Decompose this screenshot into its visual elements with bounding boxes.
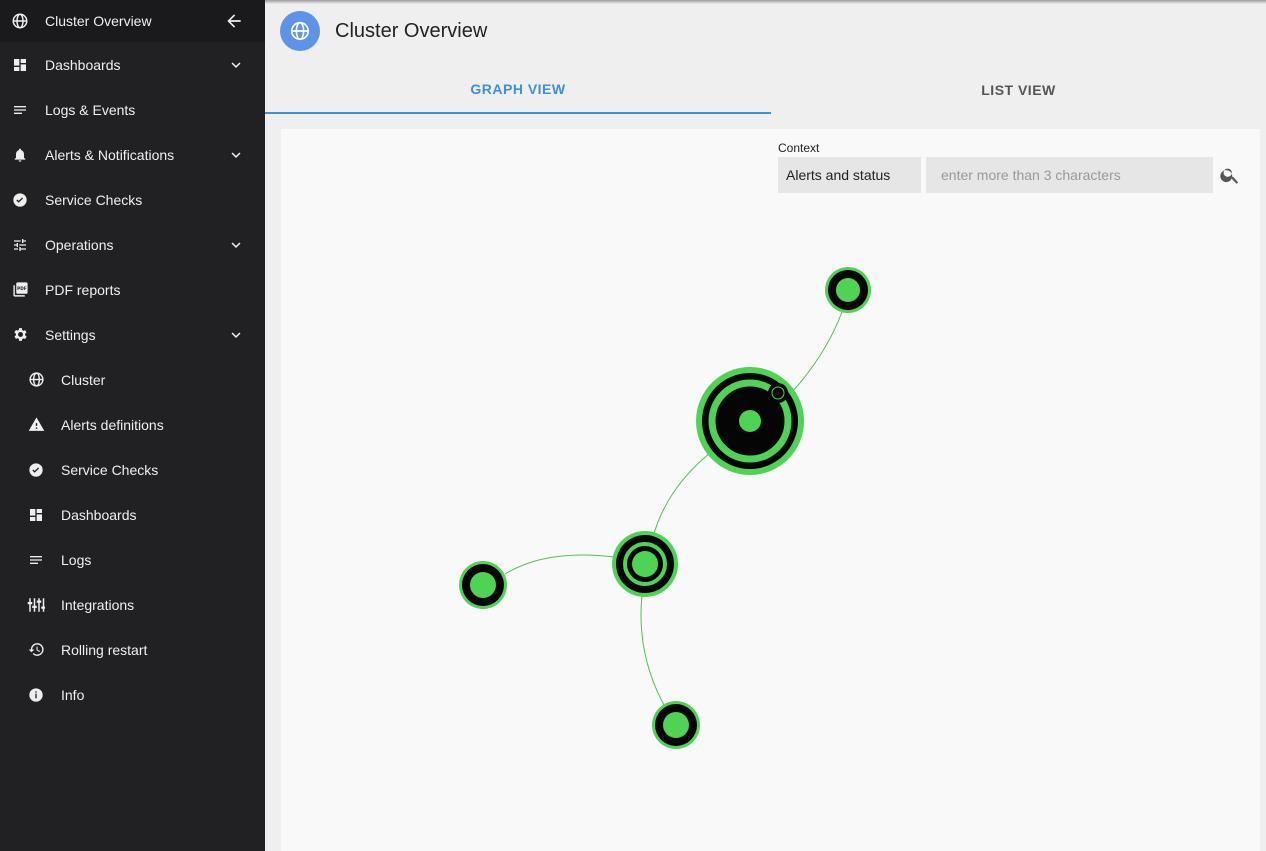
sidebar-subitem-label: Rolling restart: [61, 641, 148, 658]
search-icon[interactable]: [1218, 163, 1242, 187]
lines-icon: [27, 551, 45, 569]
dashboard-icon: [11, 56, 29, 74]
sidebar-subitem-label: Cluster: [61, 371, 106, 388]
sidebar-item-operations[interactable]: Operations: [0, 222, 265, 267]
sidebar-subitem-alerts-definitions[interactable]: Alerts definitions: [0, 402, 265, 447]
globe-icon: [11, 12, 29, 30]
tab-list-view[interactable]: LIST VIEW: [771, 66, 1266, 114]
sidebar-item-alerts-notifications[interactable]: Alerts & Notifications: [0, 132, 265, 177]
sidebar-subitem-cluster[interactable]: Cluster: [0, 357, 265, 402]
graph-node-cluster[interactable]: [696, 367, 804, 475]
header-shadow: [265, 0, 1266, 4]
pdf-icon: PDF: [11, 281, 29, 299]
globe-icon: [27, 371, 45, 389]
sidebar-item-label: Dashboards: [45, 56, 121, 73]
chevron-down-icon: [227, 326, 245, 344]
sidebar-item-label: Alerts & Notifications: [45, 146, 175, 163]
sliders-icon: [11, 236, 29, 254]
sidebar-item-label: Operations: [45, 236, 114, 253]
sidebar-subitem-service-checks[interactable]: Service Checks: [0, 447, 265, 492]
restore-icon: [27, 641, 45, 659]
sidebar-header-label: Cluster Overview: [45, 13, 152, 29]
sidebar-item-label: Settings: [45, 326, 96, 343]
sidebar-subitem-rolling-restart[interactable]: Rolling restart: [0, 627, 265, 672]
graph-edge-cluster-hub: [652, 451, 712, 538]
sidebar: Cluster Overview Dashboards Logs & Event…: [0, 0, 265, 851]
sidebar-item-pdf-reports[interactable]: PDF PDF reports: [0, 267, 265, 312]
context-label: Context: [778, 141, 820, 155]
sidebar-subitem-label: Info: [61, 686, 85, 703]
graph-edge-hub-left: [504, 554, 615, 575]
sidebar-item-settings[interactable]: Settings: [0, 312, 265, 357]
graph-edge-cluster-top: [792, 311, 843, 392]
graph-node-leaf[interactable]: [825, 267, 871, 313]
search-input[interactable]: [926, 157, 1213, 193]
page-title: Cluster Overview: [335, 20, 488, 42]
dashboard-icon: [27, 506, 45, 524]
integrations-icon: [27, 596, 45, 614]
sidebar-subitem-logs[interactable]: Logs: [0, 537, 265, 582]
sidebar-item-label: Logs & Events: [45, 101, 136, 118]
sidebar-item-service-checks[interactable]: Service Checks: [0, 177, 265, 222]
sidebar-subitem-dashboards[interactable]: Dashboards: [0, 492, 265, 537]
lines-icon: [11, 101, 29, 119]
sidebar-subitem-label: Integrations: [61, 596, 135, 613]
bell-icon: [11, 146, 29, 164]
info-icon: [27, 686, 45, 704]
sidebar-subitem-label: Dashboards: [61, 506, 137, 523]
gear-icon: [11, 326, 29, 344]
sidebar-header[interactable]: Cluster Overview: [0, 0, 265, 42]
graph-node-hub[interactable]: [612, 531, 678, 597]
check-circle-icon: [27, 461, 45, 479]
sidebar-subitem-label: Alerts definitions: [61, 416, 164, 433]
cluster-graph: [459, 267, 871, 749]
sidebar-subitem-integrations[interactable]: Integrations: [0, 582, 265, 627]
svg-text:PDF: PDF: [17, 286, 27, 292]
graph-edge-hub-bottom: [640, 594, 666, 708]
globe-icon: [280, 11, 320, 51]
sidebar-subitem-info[interactable]: Info: [0, 672, 265, 717]
sidebar-item-label: Service Checks: [45, 191, 143, 208]
sidebar-item-dashboards[interactable]: Dashboards: [0, 42, 265, 87]
warning-icon: [27, 416, 45, 434]
sidebar-item-logs-events[interactable]: Logs & Events: [0, 87, 265, 132]
arrow-left-icon[interactable]: [223, 10, 245, 32]
chevron-down-icon: [227, 56, 245, 74]
check-circle-icon: [11, 191, 29, 209]
graph-node-leaf[interactable]: [459, 561, 507, 609]
sidebar-subitem-label: Logs: [61, 551, 92, 568]
tab-graph-view[interactable]: GRAPH VIEW: [265, 66, 771, 114]
chevron-down-icon: [227, 146, 245, 164]
context-select[interactable]: Alerts and status: [778, 157, 921, 193]
graph-node-leaf[interactable]: [652, 701, 700, 749]
sidebar-item-label: PDF reports: [45, 281, 121, 298]
view-tabs: GRAPH VIEW LIST VIEW: [265, 66, 1266, 114]
sidebar-subitem-label: Service Checks: [61, 461, 159, 478]
chevron-down-icon: [227, 236, 245, 254]
graph-panel: Context Alerts and status: [281, 129, 1260, 851]
